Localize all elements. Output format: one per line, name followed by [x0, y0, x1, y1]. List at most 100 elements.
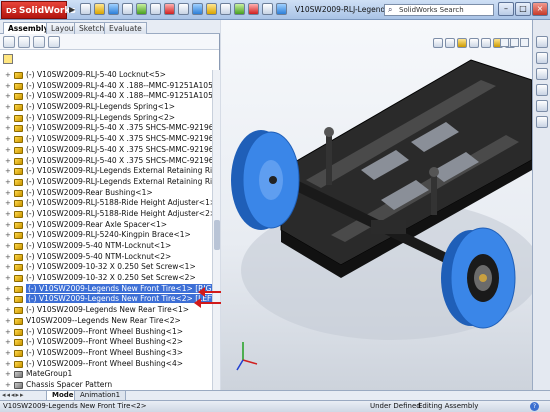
section-view-icon[interactable]	[276, 3, 287, 15]
tree-item[interactable]: + (-) V10SW2009-Legends New Front Tire<1>…	[0, 283, 212, 295]
file-properties-icon[interactable]	[178, 3, 189, 15]
tree-scrollbar[interactable]	[212, 70, 220, 390]
expand-icon[interactable]: +	[5, 220, 11, 231]
expand-icon[interactable]: +	[5, 102, 11, 113]
tree-item[interactable]: + (-) V10SW2009-RLJ-4-40 X .188--MMC-9125…	[0, 81, 212, 92]
menu-arrow-icon[interactable]: ▶	[69, 5, 75, 14]
tree-item[interactable]: + (-) V10SW2009-RLJ-5188-Ride Height Adju…	[0, 198, 212, 209]
expand-icon[interactable]: +	[5, 145, 11, 156]
open-folder-icon[interactable]	[94, 3, 105, 15]
expand-icon[interactable]: +	[5, 134, 11, 145]
tree-item[interactable]: + (-) V10SW2009--Front Wheel Bushing<4>	[0, 359, 212, 370]
expand-icon[interactable]: +	[5, 123, 11, 134]
new-document-icon[interactable]	[80, 3, 91, 15]
configuration-manager-icon[interactable]	[33, 36, 45, 48]
display-style-vp-icon[interactable]	[469, 38, 479, 48]
expand-icon[interactable]: +	[5, 348, 11, 359]
tree-item[interactable]: + (-) V10SW2009-Rear Bushing<1>	[0, 188, 212, 199]
tree-item[interactable]: + (-) V10SW2009-RLJ-Legends External Reta…	[0, 166, 212, 177]
tree-item[interactable]: + (-) V10SW2009-RLJ-4-40 X .188--MMC-9125…	[0, 91, 212, 102]
expand-icon[interactable]: +	[5, 177, 11, 188]
graphics-viewport[interactable]	[221, 20, 532, 390]
tree-item[interactable]: + V10SW2009--Legends New Rear Tire<2>	[0, 316, 212, 327]
expand-icon[interactable]: +	[5, 316, 11, 327]
tree-item[interactable]: + (-) V10SW2009-RLJ-5-40 X .375 SHCS-MMC-…	[0, 145, 212, 156]
view-palette-icon[interactable]	[536, 84, 548, 96]
feature-manager-tree-icon[interactable]	[3, 36, 15, 48]
expand-icon[interactable]: +	[5, 262, 11, 273]
rebuild-icon[interactable]	[164, 3, 175, 15]
maximize-button[interactable]: □	[515, 2, 531, 16]
tree-item[interactable]: + (-) V10SW2009-RLJ-5-40 X .375 SHCS-MMC-…	[0, 156, 212, 167]
tree-item[interactable]: + (-) V10SW2009-Legends New Front Tire<2>…	[0, 294, 212, 305]
expand-icon[interactable]: +	[5, 284, 11, 295]
expand-icon[interactable]: +	[5, 113, 11, 124]
expand-icon[interactable]: +	[5, 81, 11, 92]
hide-show-icon[interactable]	[481, 38, 491, 48]
save-icon[interactable]	[108, 3, 119, 15]
close-button[interactable]: ×	[532, 2, 548, 16]
tree-item[interactable]: + (-) V10SW2009--Front Wheel Bushing<1>	[0, 327, 212, 338]
view-orientation-icon[interactable]	[220, 3, 231, 15]
expand-icon[interactable]: +	[5, 70, 11, 81]
tree-item[interactable]: + (-) V10SW2009-5-40 NTM-Locknut<2>	[0, 252, 212, 263]
expand-icon[interactable]: +	[5, 327, 11, 338]
filter-icon[interactable]	[3, 54, 13, 64]
expand-icon[interactable]: +	[5, 198, 11, 209]
search-input[interactable]: ⌕ SolidWorks Search	[384, 4, 494, 16]
print-icon[interactable]	[122, 3, 133, 15]
tree-scroll-thumb[interactable]	[214, 220, 220, 250]
solidworks-resources-icon[interactable]	[536, 36, 548, 48]
tree-item[interactable]: + (-) V10SW2009-Legends New Rear Tire<1>	[0, 305, 212, 316]
expand-icon[interactable]: +	[5, 369, 11, 380]
dim-xpert-icon[interactable]	[48, 36, 60, 48]
viewport-restore-icon[interactable]	[510, 38, 519, 47]
expand-icon[interactable]: +	[5, 294, 11, 305]
expand-icon[interactable]: +	[5, 230, 11, 241]
undo-icon[interactable]	[136, 3, 147, 15]
help-icon[interactable]: ?	[530, 402, 539, 411]
display-style-icon[interactable]	[234, 3, 245, 15]
tree-item[interactable]: + MateGroup1	[0, 369, 212, 380]
expand-icon[interactable]: +	[5, 337, 11, 348]
tree-item[interactable]: + (-) V10SW2009-Rear Axle Spacer<1>	[0, 220, 212, 231]
tree-item[interactable]: + (-) V10SW2009--Front Wheel Bushing<2>	[0, 337, 212, 348]
view-orientation-vp-icon[interactable]	[457, 38, 467, 48]
tree-item[interactable]: + (-) V10SW2009-RLJ-5-40 X .375 SHCS-MMC-…	[0, 123, 212, 134]
tree-item[interactable]: + (-) V10SW2009-RLJ-5-40 Locknut<5>	[0, 70, 212, 81]
tree-item[interactable]: + (-) V10SW2009-RLJ-5188-Ride Height Adju…	[0, 209, 212, 220]
expand-icon[interactable]: +	[5, 91, 11, 102]
zoom-icon[interactable]	[433, 38, 443, 48]
expand-icon[interactable]: +	[5, 156, 11, 167]
select-icon[interactable]	[150, 3, 161, 15]
expand-icon[interactable]: +	[5, 166, 11, 177]
expand-icon[interactable]: +	[5, 380, 11, 390]
property-manager-icon[interactable]	[18, 36, 30, 48]
file-explorer-icon[interactable]	[536, 68, 548, 80]
appearances-icon[interactable]	[536, 100, 548, 112]
rc-car-model[interactable]	[221, 20, 532, 390]
tree-item[interactable]: + (-) V10SW2009-10-32 X 0.250 Set Screw<2…	[0, 273, 212, 284]
viewport-close-icon[interactable]	[520, 38, 529, 47]
zoom-to-fit-icon[interactable]	[206, 3, 217, 15]
rotate-icon[interactable]	[445, 38, 455, 48]
expand-icon[interactable]: +	[5, 273, 11, 284]
appearance-icon[interactable]	[248, 3, 259, 15]
options-icon[interactable]	[192, 3, 203, 15]
tree-item[interactable]: + (-) V10SW2009-5-40 NTM-Locknut<1>	[0, 241, 212, 252]
design-library-icon[interactable]	[536, 52, 548, 64]
expand-icon[interactable]: +	[5, 359, 11, 370]
tree-item[interactable]: + (-) V10SW2009-RLJ-Legends Spring<1>	[0, 102, 212, 113]
tab-evaluate[interactable]: Evaluate	[104, 22, 147, 34]
expand-icon[interactable]: +	[5, 188, 11, 199]
expand-icon[interactable]: +	[5, 241, 11, 252]
tree-item[interactable]: + Chassis Spacer Pattern	[0, 380, 212, 390]
viewport-minimize-icon[interactable]	[500, 38, 509, 47]
expand-icon[interactable]: +	[5, 209, 11, 220]
expand-icon[interactable]: +	[5, 252, 11, 263]
minimize-button[interactable]: –	[498, 2, 514, 16]
tree-item[interactable]: + (-) V10SW2009-RLJ-5-40 X .375 SHCS-MMC-…	[0, 134, 212, 145]
tree-item[interactable]: + (-) V10SW2009-RLJ-Legends Spring<2>	[0, 113, 212, 124]
tree-item[interactable]: + (-) V10SW2009-RLJ-Legends External Reta…	[0, 177, 212, 188]
tree-item[interactable]: + (-) V10SW2009-10-32 X 0.250 Set Screw<1…	[0, 262, 212, 273]
